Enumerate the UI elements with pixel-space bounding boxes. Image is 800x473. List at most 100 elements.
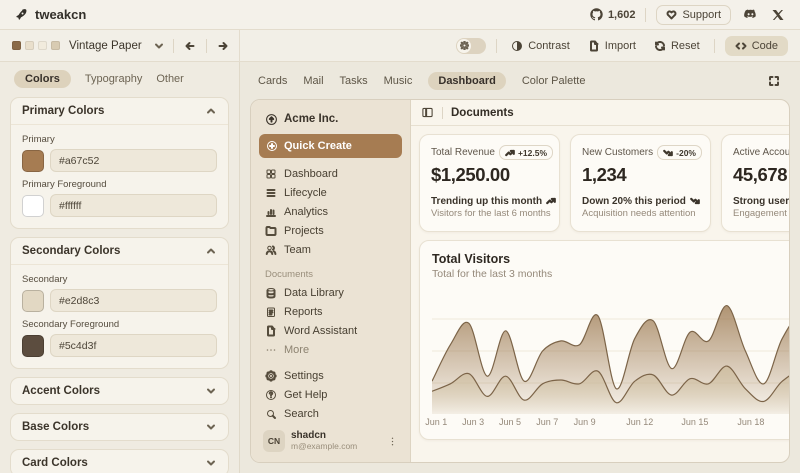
tab-colors[interactable]: Colors (14, 70, 71, 88)
sun-icon (460, 41, 469, 50)
x-tick-label: Jun 12 (626, 417, 653, 427)
sidebar-item-dashboard[interactable]: Dashboard (259, 164, 402, 183)
sidebar-item-reports[interactable]: Reports (259, 302, 402, 321)
sidebar-item-word-assistant[interactable]: Word Assistant (259, 321, 402, 340)
brand-logo-icon (14, 8, 28, 22)
chart-subtitle: Total for the last 3 months (432, 268, 789, 280)
sidebar-item-label: More (284, 344, 309, 356)
discord-icon (743, 7, 758, 22)
section-header[interactable]: Primary Colors (11, 98, 228, 124)
panel-left-icon[interactable] (421, 106, 434, 119)
visitors-area-chart (432, 288, 789, 414)
code-button[interactable]: Code (725, 36, 788, 56)
field-label: Primary (22, 134, 217, 145)
color-value-input[interactable] (50, 194, 217, 217)
color-swatch[interactable] (22, 195, 44, 217)
acme-logo-icon (265, 113, 278, 126)
section-header[interactable]: Accent Colors (11, 378, 228, 404)
sidebar-item-label: Projects (284, 225, 324, 237)
sidebar-item-get-help[interactable]: Get Help (259, 385, 402, 404)
sidebar-item-more[interactable]: More (259, 340, 402, 359)
support-button[interactable]: Support (656, 5, 731, 25)
preview-tab-tasks[interactable]: Tasks (340, 72, 368, 90)
section-body: Primary Primary Foreground (11, 124, 228, 228)
github-star-count: 1,602 (608, 9, 636, 21)
total-visitors-card: Total Visitors Total for the last 3 mont… (419, 240, 789, 440)
arrow-right-icon (217, 40, 229, 52)
top-bar: tweakcn 1,602 Support (0, 0, 800, 30)
contrast-button[interactable]: Contrast (507, 37, 574, 55)
color-swatch[interactable] (22, 150, 44, 172)
stat-value: $1,250.00 (431, 164, 548, 186)
color-value-input[interactable] (50, 334, 217, 357)
color-swatch[interactable] (22, 335, 44, 357)
sidebar-item-data-library[interactable]: Data Library (259, 283, 402, 302)
dots-vertical-icon (387, 436, 398, 447)
sidebar-item-search[interactable]: Search (259, 404, 402, 423)
tab-typography[interactable]: Typography (85, 70, 142, 88)
preview-area: Cards Mail Tasks Music Dashboard Color P… (240, 62, 800, 473)
theme-selector-group: Vintage Paper (0, 30, 240, 61)
quick-create-button[interactable]: Quick Create (259, 134, 402, 158)
folder-icon (265, 225, 277, 237)
next-theme-button[interactable] (215, 38, 231, 54)
x-twitter-button[interactable] (770, 7, 786, 23)
preview-tab-mail[interactable]: Mail (303, 72, 323, 90)
trending-down-icon (690, 196, 700, 206)
stat-footline: Down 20% this period (582, 195, 699, 209)
sidebar-item-settings[interactable]: Settings (259, 366, 402, 385)
sidebar-item-projects[interactable]: Projects (259, 221, 402, 240)
preview-tab-cards[interactable]: Cards (258, 72, 287, 90)
visitors-chart-svg (432, 288, 789, 414)
sidebar-footer: Settings Get Help Search CN (259, 366, 402, 454)
github-stars-link[interactable]: 1,602 (590, 8, 636, 21)
arrow-left-icon (184, 40, 196, 52)
report-icon (265, 306, 277, 318)
user-menu[interactable]: CN shadcn m@example.com (259, 428, 402, 454)
trending-up-icon (505, 148, 515, 158)
refresh-icon (654, 40, 666, 52)
sidebar-item-analytics[interactable]: Analytics (259, 202, 402, 221)
section-header[interactable]: Base Colors (11, 414, 228, 440)
import-button[interactable]: Import (584, 37, 640, 55)
theme-swatch-4 (51, 41, 60, 50)
page-title: Documents (451, 107, 514, 119)
preview-tab-music[interactable]: Music (384, 72, 413, 90)
color-swatch[interactable] (22, 290, 44, 312)
theme-swatch-2 (25, 41, 34, 50)
search-icon (265, 408, 277, 420)
tab-other[interactable]: Other (156, 70, 184, 88)
preview-tab-color-palette[interactable]: Color Palette (522, 72, 586, 90)
fullscreen-button[interactable] (766, 73, 782, 89)
color-value-input[interactable] (50, 289, 217, 312)
prev-theme-button[interactable] (182, 38, 198, 54)
preview-tab-dashboard[interactable]: Dashboard (428, 72, 505, 90)
color-value-input[interactable] (50, 149, 217, 172)
gear-icon (265, 370, 277, 382)
reset-button[interactable]: Reset (650, 37, 704, 55)
trend-badge: +12.5% (499, 145, 553, 160)
brand[interactable]: tweakcn (14, 7, 86, 22)
section-card-colors: Card Colors (10, 449, 229, 473)
sidebar-item-label: Analytics (284, 206, 328, 218)
theme-picker[interactable]: Vintage Paper (12, 40, 165, 52)
sidebar-item-lifecycle[interactable]: Lifecycle (259, 183, 402, 202)
dashboard-preview: Acme Inc. Quick Create Dashboard (250, 99, 790, 463)
section-header[interactable]: Secondary Colors (11, 238, 228, 264)
discord-button[interactable] (741, 5, 760, 24)
acme-brand[interactable]: Acme Inc. (259, 108, 402, 130)
maximize-icon (768, 75, 780, 87)
divider (496, 39, 497, 53)
divider (645, 8, 646, 22)
x-tick-label: Jun 1 (425, 417, 447, 427)
import-label: Import (605, 40, 636, 52)
light-dark-toggle[interactable] (456, 38, 486, 54)
section-accent-colors: Accent Colors (10, 377, 229, 405)
x-tick-label: Jun 5 (499, 417, 521, 427)
section-header[interactable]: Card Colors (11, 450, 228, 473)
x-tick-label: Jun 3 (462, 417, 484, 427)
sidebar-item-team[interactable]: Team (259, 240, 402, 259)
sidebar-item-label: Settings (284, 370, 324, 382)
documents-group-label: Documents (259, 269, 402, 280)
support-label: Support (682, 9, 721, 21)
